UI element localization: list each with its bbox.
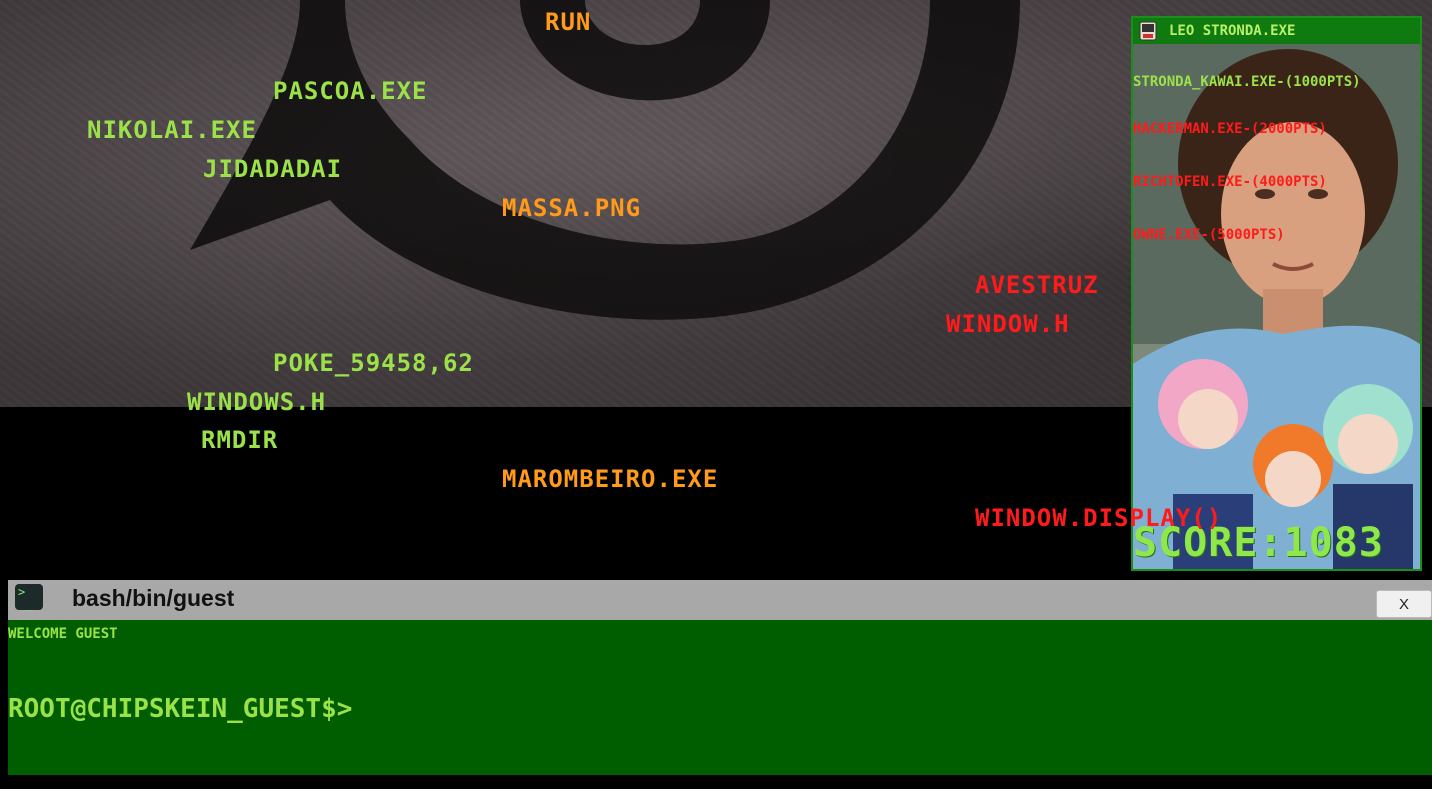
close-button[interactable]: X bbox=[1376, 590, 1432, 618]
word-marombeiro[interactable]: MAROMBEIRO.EXE bbox=[502, 465, 718, 493]
word-rmdir[interactable]: RMDIR bbox=[201, 426, 278, 454]
panel-titlebar[interactable]: LEO STRONDA.EXE bbox=[1133, 18, 1420, 44]
word-massa[interactable]: MASSA.PNG bbox=[502, 194, 641, 222]
bonus-stronda-kawai[interactable]: STRONDA_KAWAI.EXE-(1000PTS) bbox=[1133, 74, 1361, 90]
word-jidadadai[interactable]: JIDADADAI bbox=[203, 155, 342, 183]
terminal-title: bash/bin/guest bbox=[72, 585, 235, 611]
welcome-message: WELCOME GUEST bbox=[8, 626, 118, 642]
terminal-titlebar[interactable]: > _ bash/bin/guest X bbox=[8, 580, 1432, 620]
terminal-body[interactable]: WELCOME GUEST ROOT@CHIPSKEIN_GUEST$> bbox=[8, 620, 1432, 775]
leo-stronda-window: LEO STRONDA.EXE STRONDA_KAWAI.EXE-(1000P… bbox=[1131, 16, 1422, 571]
word-run[interactable]: RUN bbox=[545, 8, 591, 36]
command-input[interactable] bbox=[308, 696, 1312, 730]
word-avestruz[interactable]: AVESTRUZ bbox=[975, 271, 1099, 299]
word-windows-h[interactable]: WINDOWS.H bbox=[187, 388, 326, 416]
command-prompt: ROOT@CHIPSKEIN_GUEST$> bbox=[8, 694, 353, 724]
terminal-window: > _ bash/bin/guest X WELCOME GUEST ROOT@… bbox=[0, 580, 1432, 789]
word-window-display[interactable]: WINDOW.DISPLAY() bbox=[975, 504, 1222, 532]
game-screen: RUN PASCOA.EXE NIKOLAI.EXE JIDADADAI MAS… bbox=[0, 0, 1432, 789]
word-window-h[interactable]: WINDOW.H bbox=[946, 310, 1070, 338]
bonus-hackerman[interactable]: HACKERMAN.EXE-(2000PTS) bbox=[1133, 121, 1327, 137]
word-nikolai[interactable]: NIKOLAI.EXE bbox=[87, 116, 257, 144]
panel-title: LEO STRONDA.EXE bbox=[1169, 23, 1296, 39]
word-pascoa[interactable]: PASCOA.EXE bbox=[273, 77, 428, 105]
bonus-owne[interactable]: OWNE.EXE-(5000PTS) bbox=[1133, 227, 1285, 243]
word-poke[interactable]: POKE_59458,62 bbox=[273, 349, 474, 377]
bonus-richtofen[interactable]: RICHTOFEN.EXE-(4000PTS) bbox=[1133, 174, 1327, 190]
retro-computer-icon bbox=[1139, 21, 1157, 41]
terminal-icon: > _ bbox=[15, 584, 43, 610]
